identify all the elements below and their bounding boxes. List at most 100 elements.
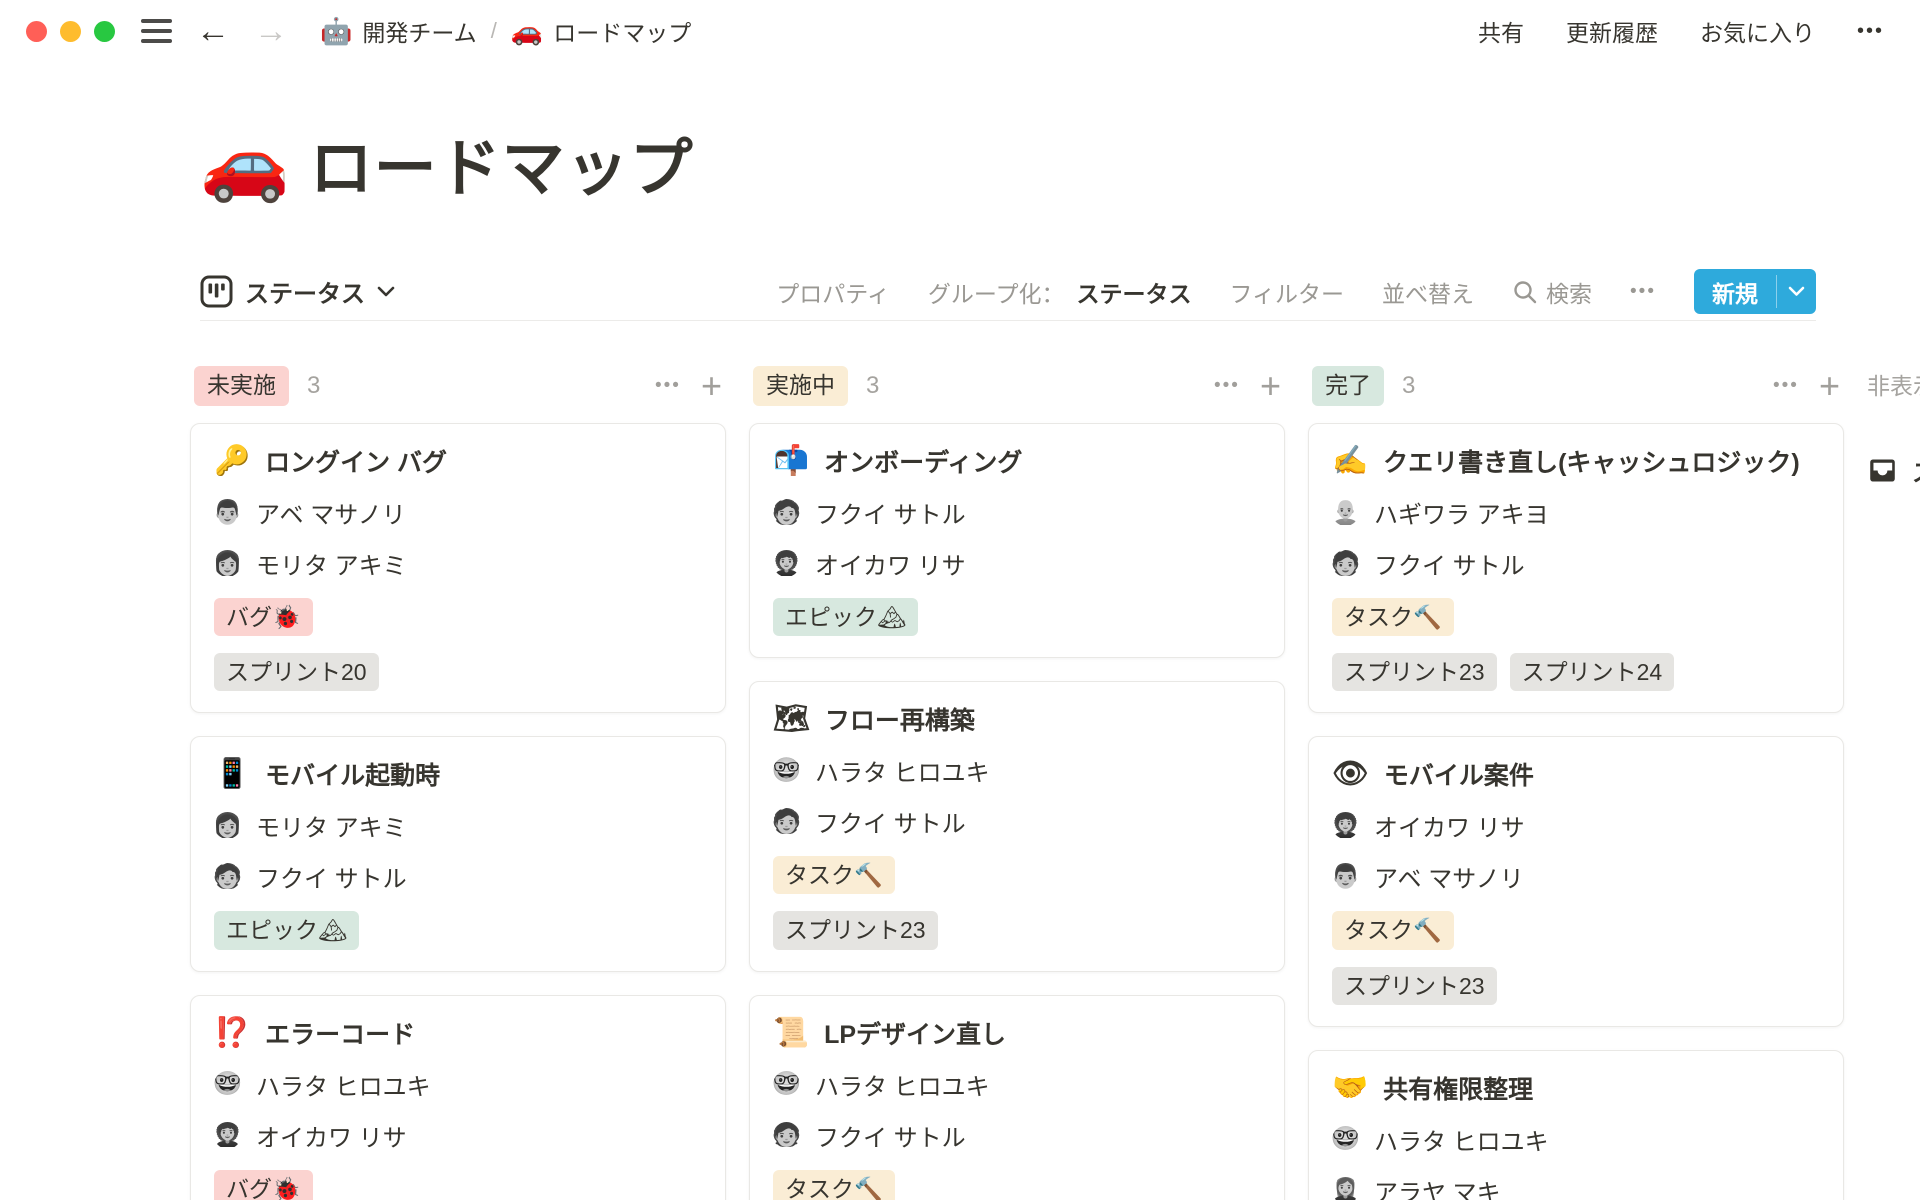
card-emoji-icon: 📱 [214,757,250,791]
card-sprint-row: スプリント23 [1332,967,1820,1005]
tag-pill: タスク🔨 [773,856,895,894]
column-header: 完了 3 ••• + [1308,365,1844,407]
column-count: 3 [866,372,879,400]
person-avatar: 🧑 [773,808,800,835]
person-avatar: 👩‍🦱 [1332,812,1359,839]
updates-button[interactable]: 更新履歴 [1566,14,1658,48]
sidebar-toggle-icon[interactable] [141,19,172,43]
close-window-button[interactable] [26,21,47,42]
card-person-row: 👩 モリタ アキミ [214,546,702,581]
card-title-text: ロングイン バグ [265,443,447,479]
card-person-row: 👩‍🦰アラヤ マキ [1332,1173,1820,1200]
person-name: モリタ アキミ [256,546,407,581]
page-title[interactable]: ロードマップ [310,118,694,209]
tag-pill: エピック🏔 [214,911,359,949]
zoom-window-button[interactable] [94,21,115,42]
person-avatar: 👩 [214,550,241,577]
card-emoji-icon: 🔑 [214,444,250,478]
kanban-card[interactable]: ⁉️エラーコード🤓ハラタ ヒロユキ👩‍🦱オイカワ リサバグ🐞 [190,995,726,1200]
kanban-card[interactable]: 📱モバイル起動時👩モリタ アキミ🧑フクイ サトルエピック🏔 [190,736,726,971]
kanban-card[interactable]: 🤝共有権限整理🤓ハラタ ヒロユキ👩‍🦰アラヤ マキ [1308,1050,1844,1200]
group-by-value: ステータス [1076,275,1191,309]
card-person-row: 🤓ハラタ ヒロユキ [773,753,1261,788]
page-icon-car[interactable]: 🚗 [200,128,290,200]
back-arrow-icon[interactable]: ← [196,14,230,48]
hidden-group-item[interactable]: ス [1867,453,1920,488]
view-toolbar: ステータス プロパティ グループ化： ステータス フィルター 並べ替え 検索 •… [200,263,1816,321]
card-title-row: 🔑 ロングイン バグ [214,443,702,479]
card-person-row: 👩‍🦱 オイカワ リサ [1332,808,1820,843]
card-person-row: 👩‍🦱オイカワ リサ [773,546,1261,581]
person-name: フクイ サトル [256,859,407,894]
column-status-pill[interactable]: 実施中 [753,366,848,405]
column-add-icon[interactable]: + [1819,368,1840,404]
person-name: ハラタ ヒロユキ [815,753,990,788]
column-count: 3 [307,372,320,400]
person-name: オイカワ リサ [1374,808,1525,843]
person-avatar: 👨‍🦲 [1332,499,1359,526]
breadcrumb-team[interactable]: 🤖 開発チーム [314,12,483,50]
card-person-row: 👨アベ マサノリ [214,495,702,530]
person-name: フクイ サトル [815,1118,966,1153]
breadcrumb-page-label: ロードマップ [553,14,691,48]
kanban-card[interactable]: 📬オンボーディング🧑フクイ サトル👩‍🦱オイカワ リサエピック🏔 [749,423,1285,658]
breadcrumb: 🤖 開発チーム / 🚗 ロードマップ [314,12,697,50]
card-person-row: 👩モリタ アキミ [214,808,702,843]
column-header: 未実施 3 ••• + [190,365,726,407]
sprint-pill: スプリント20 [214,653,379,691]
person-name: ハラタ ヒロユキ [815,1067,990,1102]
column-more-icon[interactable]: ••• [1214,375,1240,397]
person-name: ハラタ ヒロユキ [256,1067,431,1102]
kanban-card[interactable]: 🗺フロー再構築🤓ハラタ ヒロユキ🧑フクイ サトルタスク🔨スプリント23 [749,681,1285,971]
card-emoji-icon: 📬 [773,444,809,478]
column-more-icon[interactable]: ••• [1773,375,1799,397]
card-title-row: 📬 オンボーディング [773,443,1261,479]
card-tag-row: タスク🔨 [773,1170,1261,1200]
sort-button[interactable]: 並べ替え [1382,275,1474,309]
kanban-card[interactable]: ✍️クエリ書き直し(キャッシュロジック)👨‍🦲ハギワラ アキヨ🧑フクイ サトルタ… [1308,423,1844,713]
car-icon: 🚗 [511,16,543,47]
card-title-text: LPデザイン直し [824,1015,1006,1051]
column-add-icon[interactable]: + [1260,368,1281,404]
person-avatar: 👩‍🦱 [214,1122,241,1149]
card-title-text: オンボーディング [824,443,1022,479]
tag-pill: タスク🔨 [1332,598,1454,636]
kanban-card[interactable]: 👁モバイル案件👩‍🦱オイカワ リサ👨アベ マサノリタスク🔨スプリント23 [1308,736,1844,1026]
person-name: アベ マサノリ [256,495,406,530]
column-status-pill[interactable]: 未実施 [194,366,289,405]
share-button[interactable]: 共有 [1478,14,1524,48]
more-options-icon[interactable]: ••• [1857,20,1884,43]
breadcrumb-page[interactable]: 🚗 ロードマップ [505,12,697,50]
card-title-row: 📱モバイル起動時 [214,756,702,792]
minimize-window-button[interactable] [60,21,81,42]
group-by-label: グループ化： [928,275,1065,309]
new-button-label[interactable]: 新規 [1694,269,1776,314]
view-tab-status[interactable]: ステータス [200,274,395,309]
search-button[interactable]: 検索 [1512,275,1592,309]
robot-icon: 🤖 [320,16,352,47]
person-name: オイカワ リサ [815,546,966,581]
filter-button[interactable]: フィルター [1229,275,1344,309]
person-name: モリタ アキミ [256,808,407,843]
properties-button[interactable]: プロパティ [776,275,890,309]
card-tag-row: エピック🏔 [773,598,1261,636]
toolbar-more-icon[interactable]: ••• [1630,281,1656,303]
column-more-icon[interactable]: ••• [655,375,681,397]
column-count: 3 [1402,372,1415,400]
card-tag-row: タスク🔨 [1332,598,1820,636]
card-sprint-row: スプリント20 [214,653,702,691]
kanban-card[interactable]: 🔑ロングイン バグ👨アベ マサノリ👩モリタ アキミバグ🐞スプリント20 [190,423,726,713]
card-title-text: エラーコード [265,1015,415,1051]
group-by-button[interactable]: グループ化： ステータス [928,275,1192,309]
person-name: オイカワ リサ [256,1118,407,1153]
person-avatar: 🧑 [1332,550,1359,577]
favorite-button[interactable]: お気に入り [1700,14,1815,48]
view-tab-label: ステータス [245,274,365,309]
kanban-card[interactable]: 📜LPデザイン直し🤓ハラタ ヒロユキ🧑フクイ サトルタスク🔨 [749,995,1285,1200]
new-button-chevron-icon[interactable] [1777,269,1816,314]
column-status-pill[interactable]: 完了 [1312,366,1384,405]
column-add-icon[interactable]: + [701,368,722,404]
card-person-row: 🤓ハラタ ヒロユキ [773,1067,1261,1102]
new-button[interactable]: 新規 [1694,269,1816,314]
card-sprint-row: スプリント23 [773,911,1261,949]
